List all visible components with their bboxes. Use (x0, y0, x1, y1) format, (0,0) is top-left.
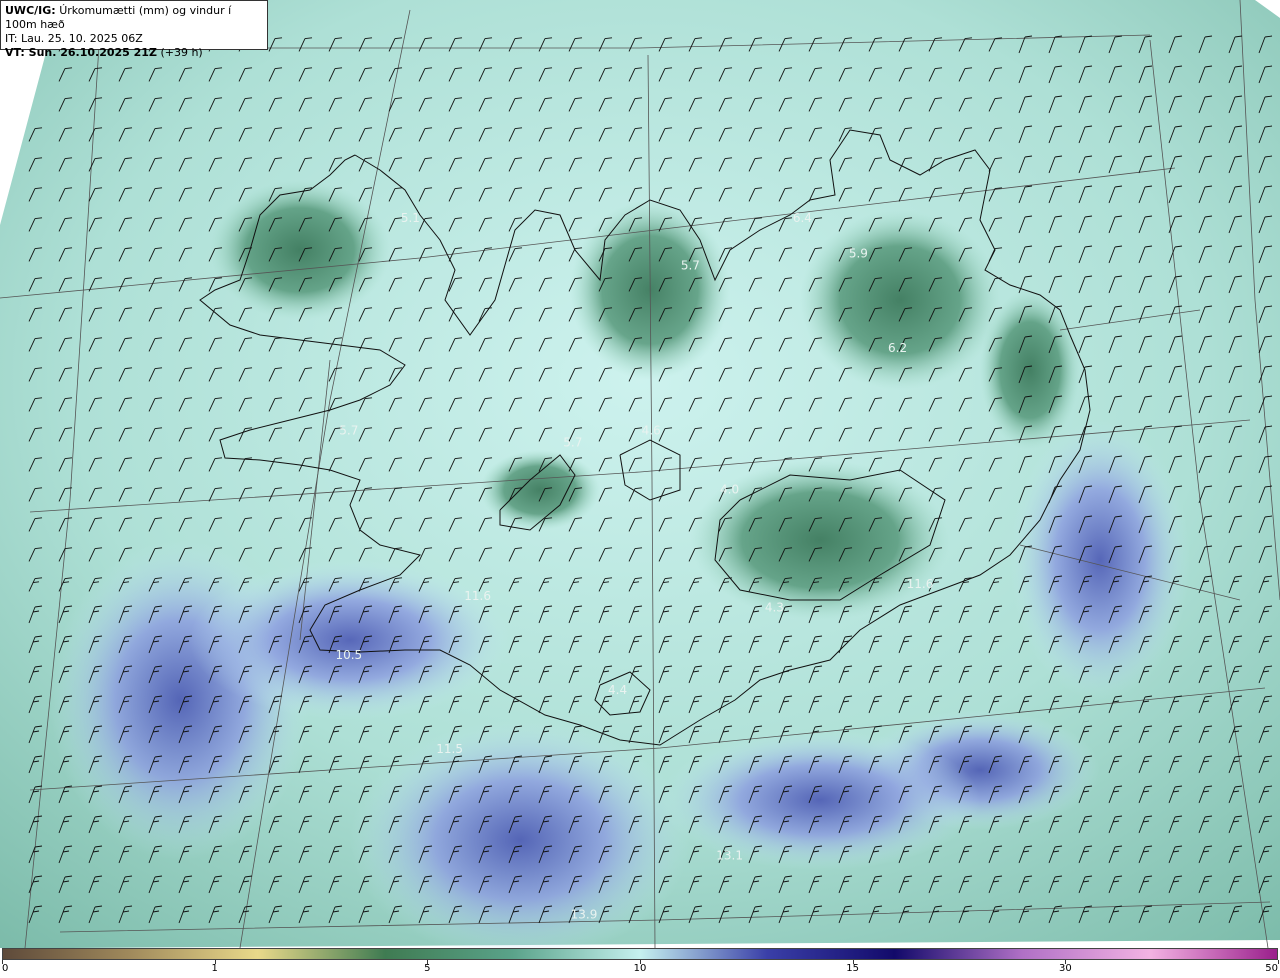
precip-value-label: 5.7 (681, 258, 700, 272)
precip-value-label: 13.1 (716, 848, 743, 862)
init-time: IT: Lau. 25. 10. 2025 06Z (5, 32, 143, 45)
low-precip-area (800, 210, 1000, 390)
colorbar-strip (2, 948, 1278, 960)
colorbar-tick-label: 15 (846, 963, 860, 974)
map-canvas: 5.1 5.7 6.4 5.9 6.2 4.6 5.7 4.0 5.7 4.3 4.4 11.6 11.… (0, 0, 1280, 960)
high-precip-area (660, 730, 980, 870)
precip-value-label: 5.1 (401, 211, 420, 225)
valid-offset: (+39 h) (160, 46, 203, 59)
precip-value-label: 10.5 (335, 648, 362, 662)
colorbar-tick-label: 5 (424, 963, 431, 974)
map-info-box: UWC/IG: Úrkomumætti (mm) og vindur í 100… (0, 0, 268, 59)
colorbar-tick-label: 30 (1058, 963, 1072, 974)
precip-value-label: 4.0 (720, 483, 739, 497)
valid-time: VT: Sun. 26.10.2025 21Z (5, 46, 157, 59)
low-precip-area (210, 180, 390, 320)
precipitation-wind-map[interactable]: 5.1 5.7 6.4 5.9 6.2 4.6 5.7 4.0 5.7 4.3 4.4 11.6 11.… (0, 0, 1280, 960)
precip-value-label: 6.2 (888, 341, 907, 355)
precip-value-label: 5.9 (849, 247, 868, 261)
precip-value-label: 6.4 (793, 211, 812, 225)
colorbar-tick-label: 50 (1265, 963, 1278, 974)
precip-value-label: 11.6 (907, 577, 934, 591)
colorbar-tick-label: 10 (633, 963, 647, 974)
colorbar-tick-label: 1 (211, 963, 218, 974)
precip-value-label: 11.5 (436, 742, 463, 756)
precip-value-label: 5.7 (563, 435, 582, 449)
precip-value-label: 4.3 (765, 601, 784, 615)
precipitation-colorbar: 0 1 5 10 15 30 50 (0, 948, 1280, 978)
colorbar-tick-label: 0 (2, 963, 9, 974)
colorbar-tick (1278, 960, 1279, 964)
precip-value-label: 4.4 (608, 683, 627, 697)
precip-value-label: 13.9 (571, 907, 598, 921)
high-precip-area (1010, 420, 1190, 700)
precip-value-label: 11.6 (464, 589, 491, 603)
product-code: UWC/IG: (5, 4, 56, 17)
precip-value-label: 5.7 (339, 424, 358, 438)
precip-value-label: 4.6 (642, 424, 661, 438)
